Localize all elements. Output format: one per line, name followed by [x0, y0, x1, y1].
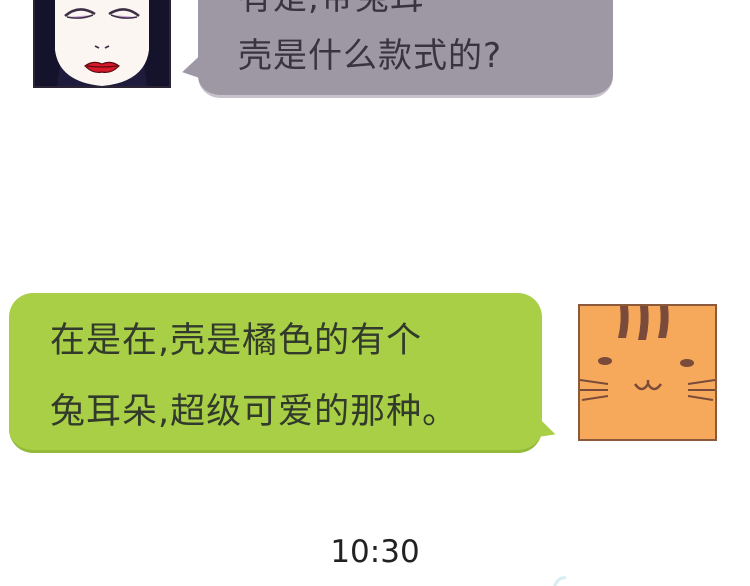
woman-avatar-icon[interactable]	[33, 0, 171, 88]
cat-face-illustration	[580, 306, 715, 439]
outgoing-message-line-2: 兔耳朵,超级可爱的那种。	[50, 392, 459, 432]
cat-avatar-icon[interactable]	[578, 304, 717, 441]
chat-scene: 有是,带兔耳 壳是什么款式的? 在是在,壳是橘色的有个 兔耳朵,超级可爱的那种。…	[0, 0, 750, 586]
woman-face-illustration	[35, 0, 169, 86]
incoming-message-line-1: 有是,带兔耳	[238, 0, 425, 18]
decorative-shape-icon	[553, 576, 567, 586]
outgoing-message-line-1: 在是在,壳是橘色的有个	[50, 321, 423, 361]
message-timestamp: 10:30	[330, 534, 420, 570]
incoming-message-line-2: 壳是什么款式的?	[238, 36, 503, 76]
